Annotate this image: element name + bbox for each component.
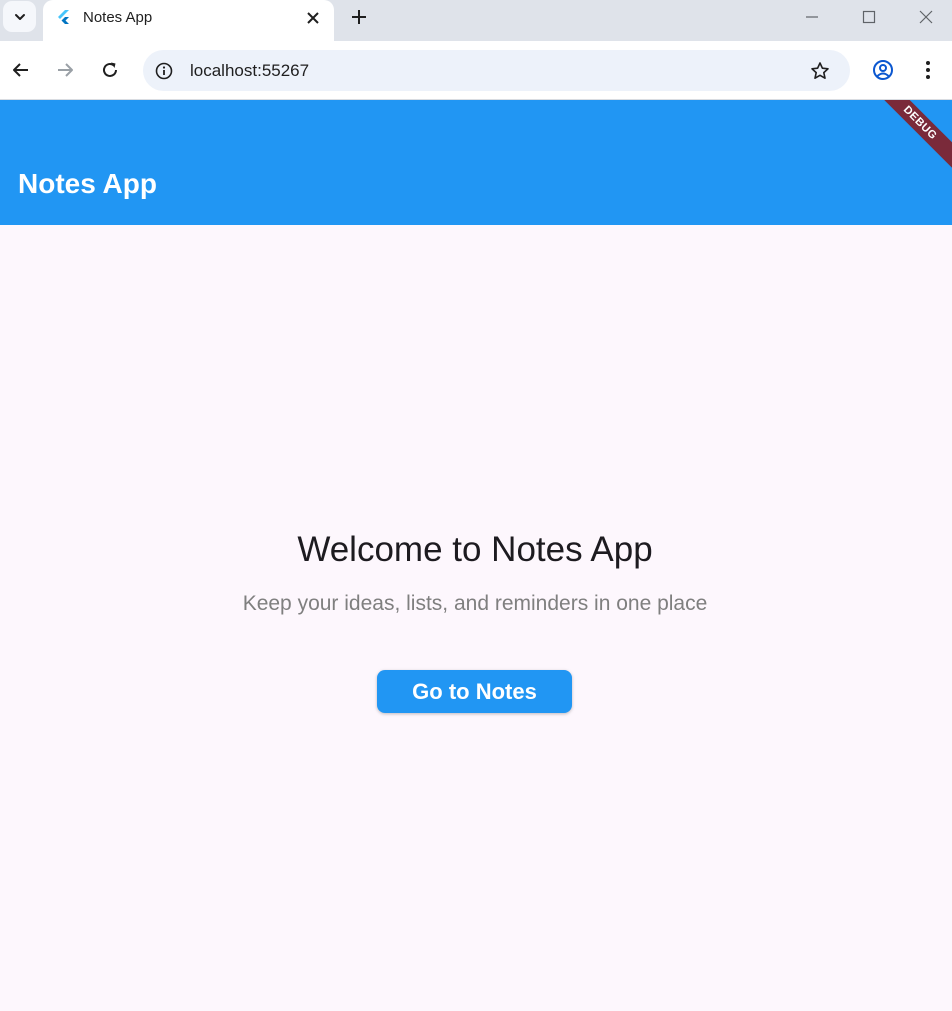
minimize-icon xyxy=(806,16,818,18)
browser-tab[interactable]: Notes App xyxy=(43,0,334,41)
go-to-notes-button[interactable]: Go to Notes xyxy=(377,670,572,713)
flutter-icon xyxy=(58,10,69,24)
welcome-subtitle: Keep your ideas, lists, and reminders in… xyxy=(242,592,708,615)
welcome-heading: Welcome to Notes App xyxy=(297,530,653,569)
tab-search-button[interactable] xyxy=(3,1,36,32)
maximize-icon xyxy=(862,10,876,24)
browser-tab-strip: Notes App xyxy=(0,0,952,41)
star-icon xyxy=(811,62,829,79)
back-button[interactable] xyxy=(8,57,34,83)
browser-toolbar: localhost:55267 xyxy=(0,41,952,100)
bookmark-button[interactable] xyxy=(808,59,832,83)
tab-title: Notes App xyxy=(83,9,153,26)
close-icon xyxy=(919,10,933,24)
debug-banner: DEBUG xyxy=(871,100,952,172)
tab-close-button[interactable] xyxy=(303,8,323,28)
close-window-button[interactable] xyxy=(913,6,939,28)
site-info-button[interactable] xyxy=(153,60,175,82)
url-text[interactable]: localhost:55267 xyxy=(190,61,309,81)
more-vert-icon xyxy=(926,61,930,79)
info-icon xyxy=(155,62,173,80)
debug-label: DEBUG xyxy=(900,103,940,143)
app-bar: Notes App DEBUG xyxy=(0,100,952,225)
chevron-down-icon xyxy=(14,13,25,20)
address-bar[interactable]: localhost:55267 xyxy=(143,50,850,91)
forward-button[interactable] xyxy=(52,57,78,83)
minimize-button[interactable] xyxy=(799,6,825,28)
reload-button[interactable] xyxy=(97,57,123,83)
arrow-right-icon xyxy=(58,63,73,77)
profile-button[interactable] xyxy=(870,57,896,83)
reload-icon xyxy=(103,62,117,77)
app-body: Welcome to Notes App Keep your ideas, li… xyxy=(0,225,952,1011)
app-bar-title: Notes App xyxy=(18,168,157,199)
new-tab-button[interactable] xyxy=(348,6,370,28)
account-circle-icon xyxy=(873,60,893,80)
browser-menu-button[interactable] xyxy=(915,57,941,83)
maximize-button[interactable] xyxy=(856,6,882,28)
close-icon xyxy=(307,12,319,24)
arrow-left-icon xyxy=(13,63,28,77)
plus-icon xyxy=(352,10,366,24)
